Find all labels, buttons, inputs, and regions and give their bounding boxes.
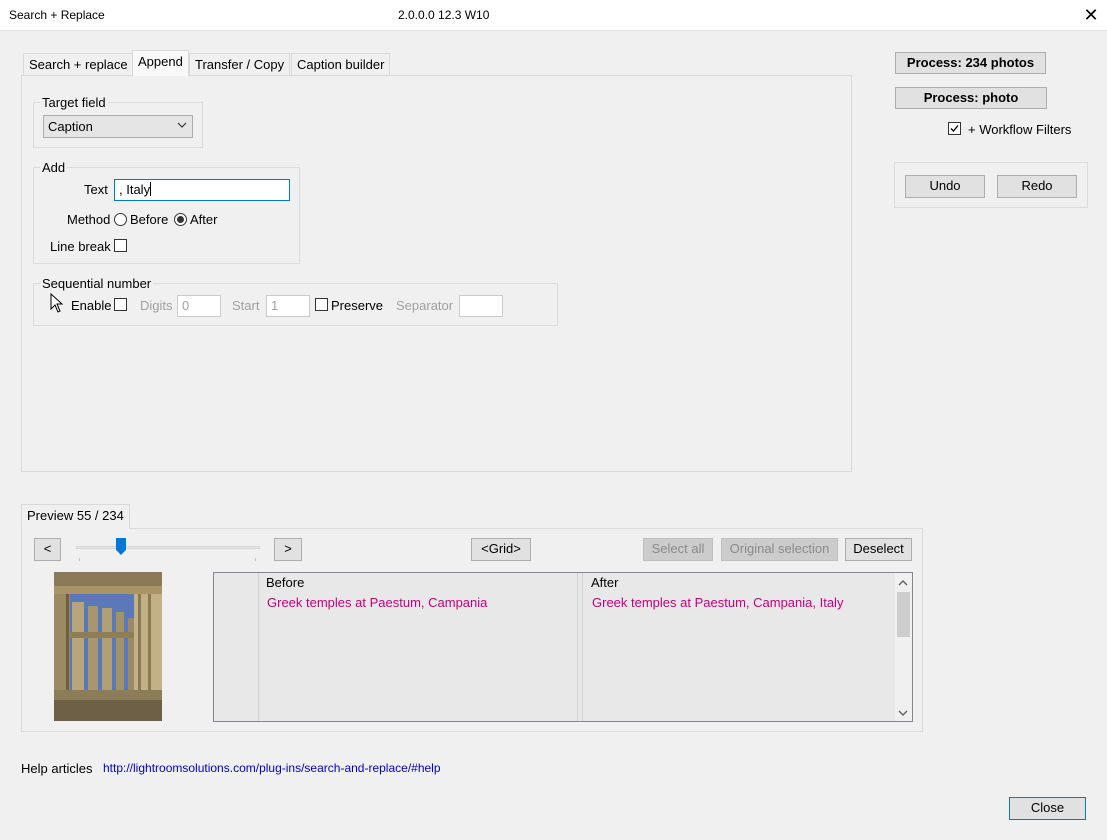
method-before-label[interactable]: Before [130,212,168,227]
sequential-number-label: Sequential number [40,276,154,291]
process-all-button[interactable]: Process: 234 photos [895,52,1046,74]
window-title: Search + Replace [9,8,105,22]
append-text-value: , Italy [119,182,151,197]
next-photo-button[interactable]: > [274,538,302,561]
method-after-radio[interactable] [174,213,187,226]
after-column-header: After [591,575,619,590]
separator-label: Separator [396,298,454,313]
redo-button[interactable]: Redo [997,175,1077,198]
original-selection-button[interactable]: Original selection [721,538,838,561]
method-after-label[interactable]: After [190,212,217,227]
preserve-label: Preserve [331,298,384,313]
checkmark-icon [950,125,959,132]
select-all-button[interactable]: Select all [643,538,713,561]
tab-transfer-copy[interactable]: Transfer / Copy [189,53,291,75]
column-separator [577,573,578,721]
preview-tab[interactable]: Preview 55 / 234 [21,504,130,529]
workflow-filters-label: + Workflow Filters [968,122,1072,137]
tab-append[interactable]: Append [132,50,189,76]
title-bar [0,0,1107,31]
add-group-label: Add [40,160,68,175]
chevron-down-icon [177,120,187,133]
undo-button[interactable]: Undo [905,175,985,198]
after-value: Greek temples at Paestum, Campania, Ital… [592,595,844,610]
target-field-select[interactable]: Caption [43,115,193,138]
separator-input[interactable] [459,295,503,317]
target-field-label: Target field [40,95,108,110]
prev-photo-button[interactable]: < [34,538,61,561]
start-label: Start [232,298,260,313]
append-text-input[interactable]: , Italy [114,179,290,201]
photo-slider-track[interactable] [76,546,260,549]
start-input[interactable]: 1 [266,295,310,317]
help-link[interactable]: http://lightroomsolutions.com/plug-ins/s… [103,761,441,775]
scroll-up-icon[interactable] [897,576,909,591]
text-label: Text [84,182,108,197]
tab-caption-builder[interactable]: Caption builder [291,53,391,75]
version-label: 2.0.0.0 12.3 W10 [398,8,490,22]
workflow-filters-checkbox[interactable] [948,122,961,135]
mouse-cursor-icon [50,292,64,316]
list-scroll-thumb[interactable] [897,592,910,637]
before-value: Greek temples at Paestum, Campania [267,595,488,610]
process-photo-button[interactable]: Process: photo [895,87,1047,109]
scroll-down-icon[interactable] [897,706,909,721]
before-after-list[interactable]: Before After Greek temples at Paestum, C… [213,572,913,722]
enable-label: Enable [71,298,112,313]
deselect-button[interactable]: Deselect [845,538,912,561]
digits-input[interactable]: 0 [177,295,221,317]
help-articles-label: Help articles [21,761,93,776]
method-label: Method [67,212,111,227]
close-button[interactable]: Close [1009,797,1086,820]
column-separator [258,573,259,721]
digits-label: Digits [140,298,173,313]
method-before-radio[interactable] [114,213,127,226]
line-break-label: Line break [50,239,111,254]
photo-thumbnail[interactable] [54,572,162,721]
text-caret [150,182,152,196]
grid-button[interactable]: <Grid> [471,538,531,561]
slider-tick-start [79,558,80,561]
column-separator [582,573,583,721]
preserve-checkbox[interactable] [315,298,328,311]
slider-tick-end [255,558,256,561]
before-column-header: Before [266,575,305,590]
window-close-icon[interactable]: ✕ [1080,4,1102,26]
enable-checkbox[interactable] [114,298,127,311]
target-field-value: Caption [48,119,93,134]
tab-search-replace[interactable]: Search + replace [23,53,134,75]
line-break-checkbox[interactable] [114,239,127,252]
